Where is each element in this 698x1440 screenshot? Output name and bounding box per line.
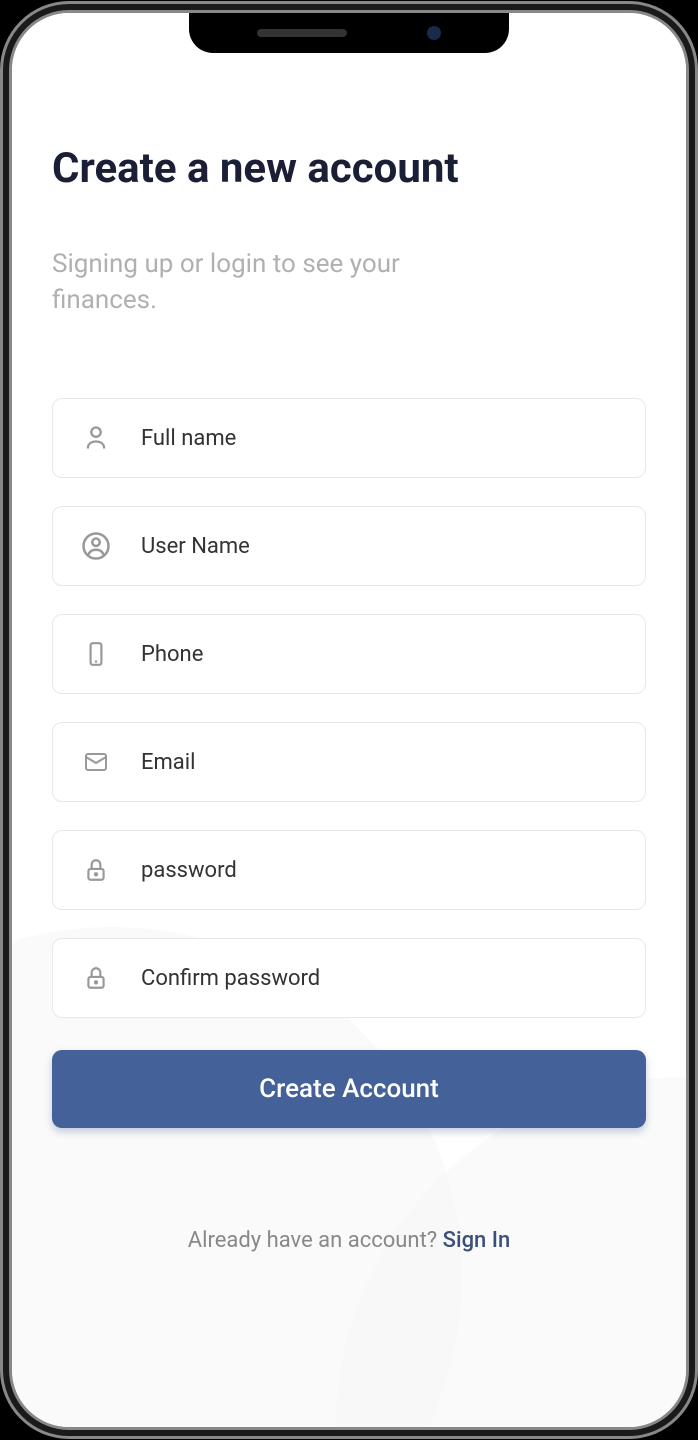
phone-camera [427, 26, 441, 40]
app-screen: Create a new account Signing up or login… [12, 13, 686, 1427]
confirm-password-field-group[interactable] [52, 938, 646, 1018]
fullname-input[interactable] [141, 426, 617, 451]
footer: Already have an account? Sign In [52, 1228, 646, 1253]
page-title: Create a new account [52, 143, 646, 196]
email-icon [81, 747, 111, 777]
footer-prompt: Already have an account? [188, 1228, 443, 1253]
phone-field-group[interactable] [52, 614, 646, 694]
page-subtitle: Signing up or login to see your finances… [52, 246, 472, 319]
username-field-group[interactable] [52, 506, 646, 586]
email-input[interactable] [141, 750, 617, 775]
password-field-group[interactable] [52, 830, 646, 910]
phone-notch [189, 13, 509, 53]
lock-icon [81, 855, 111, 885]
phone-icon [81, 639, 111, 669]
phone-speaker [257, 29, 347, 37]
username-input[interactable] [141, 534, 617, 559]
fullname-field-group[interactable] [52, 398, 646, 478]
phone-frame: Create a new account Signing up or login… [9, 10, 689, 1430]
sign-in-link[interactable]: Sign In [443, 1228, 511, 1253]
person-icon [81, 423, 111, 453]
user-circle-icon [81, 531, 111, 561]
phone-input[interactable] [141, 642, 617, 667]
lock-icon [81, 963, 111, 993]
password-input[interactable] [141, 858, 617, 883]
email-field-group[interactable] [52, 722, 646, 802]
confirm-password-input[interactable] [141, 966, 617, 991]
create-account-button[interactable]: Create Account [52, 1050, 646, 1128]
